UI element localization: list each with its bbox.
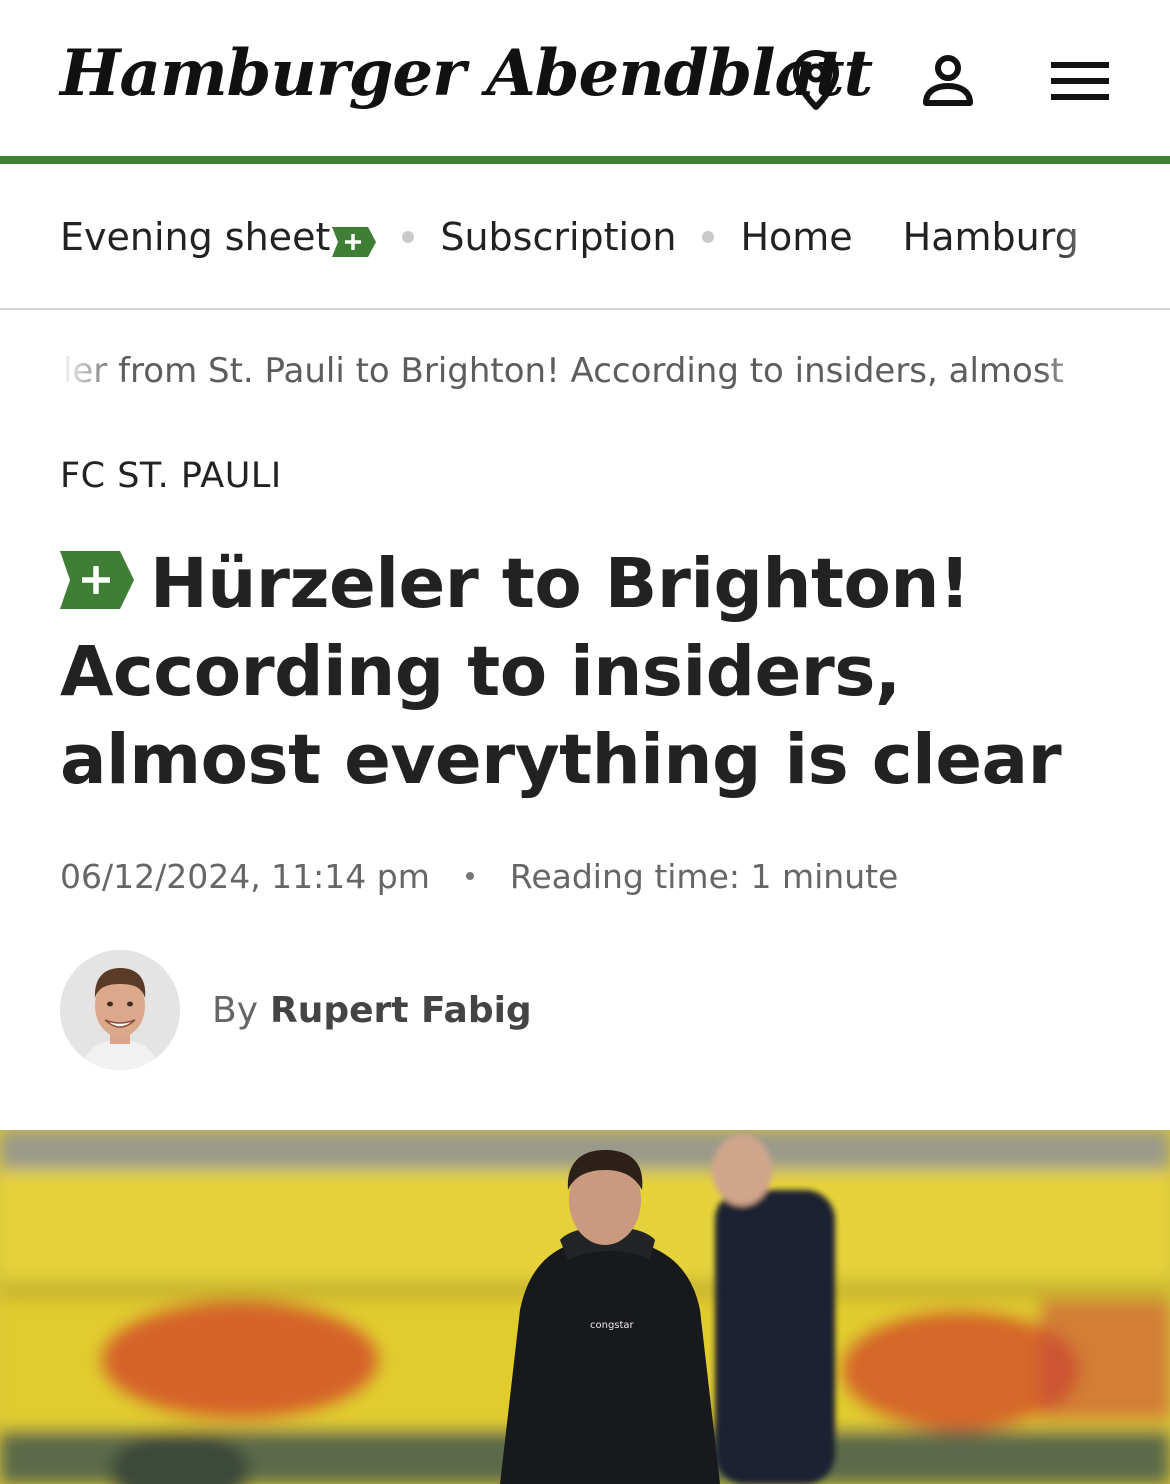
nav-item-label: Evening sheet: [60, 215, 331, 259]
ticker-text: eler from St. Pauli to Brighton! Accordi…: [60, 351, 1064, 391]
menu-icon[interactable]: [1045, 46, 1115, 116]
nav-item-subscription[interactable]: Subscription: [440, 215, 676, 259]
header-accent-rule: [0, 156, 1170, 164]
article-hero-image[interactable]: congstar: [0, 1130, 1170, 1484]
nav-separator: [402, 231, 415, 243]
meta-separator: [465, 872, 474, 880]
article-headline-text: Hürzeler to Brighton! According to insid…: [60, 544, 1062, 800]
location-pin-icon[interactable]: [781, 46, 851, 116]
author-prefix: By: [212, 989, 259, 1031]
svg-text:congstar: congstar: [590, 1320, 635, 1331]
headline-ticker[interactable]: eler from St. Pauli to Brighton! Accordi…: [60, 345, 1110, 397]
reading-time: Reading time: 1 minute: [509, 856, 899, 896]
author-name[interactable]: Rupert Fabig: [270, 990, 532, 1031]
article-meta: 06/12/2024, 11:14 pm Reading time: 1 min…: [60, 852, 898, 900]
section-nav: Evening sheet Subscription Home Hamburg: [0, 164, 1170, 310]
site-logo[interactable]: Hamburger Abendblatt: [60, 26, 873, 122]
article-author[interactable]: By Rupert Fabig: [60, 950, 532, 1070]
nav-scroll-fade: [1050, 164, 1170, 308]
site-header: Hamburger Abendblatt: [0, 0, 1170, 156]
nav-item-evening-sheet[interactable]: Evening sheet: [60, 215, 377, 259]
premium-plus-icon: [60, 542, 134, 609]
article-headline: Hürzeler to Brighton! According to insid…: [60, 540, 1120, 804]
user-icon[interactable]: [913, 46, 983, 116]
article-date: 06/12/2024, 11:14 pm: [60, 856, 430, 896]
author-avatar: [60, 950, 180, 1070]
nav-separator: [702, 231, 715, 243]
article-kicker[interactable]: FC ST. PAULI: [60, 452, 282, 500]
premium-plus-icon: [332, 222, 377, 257]
nav-item-home[interactable]: Home: [740, 215, 852, 259]
